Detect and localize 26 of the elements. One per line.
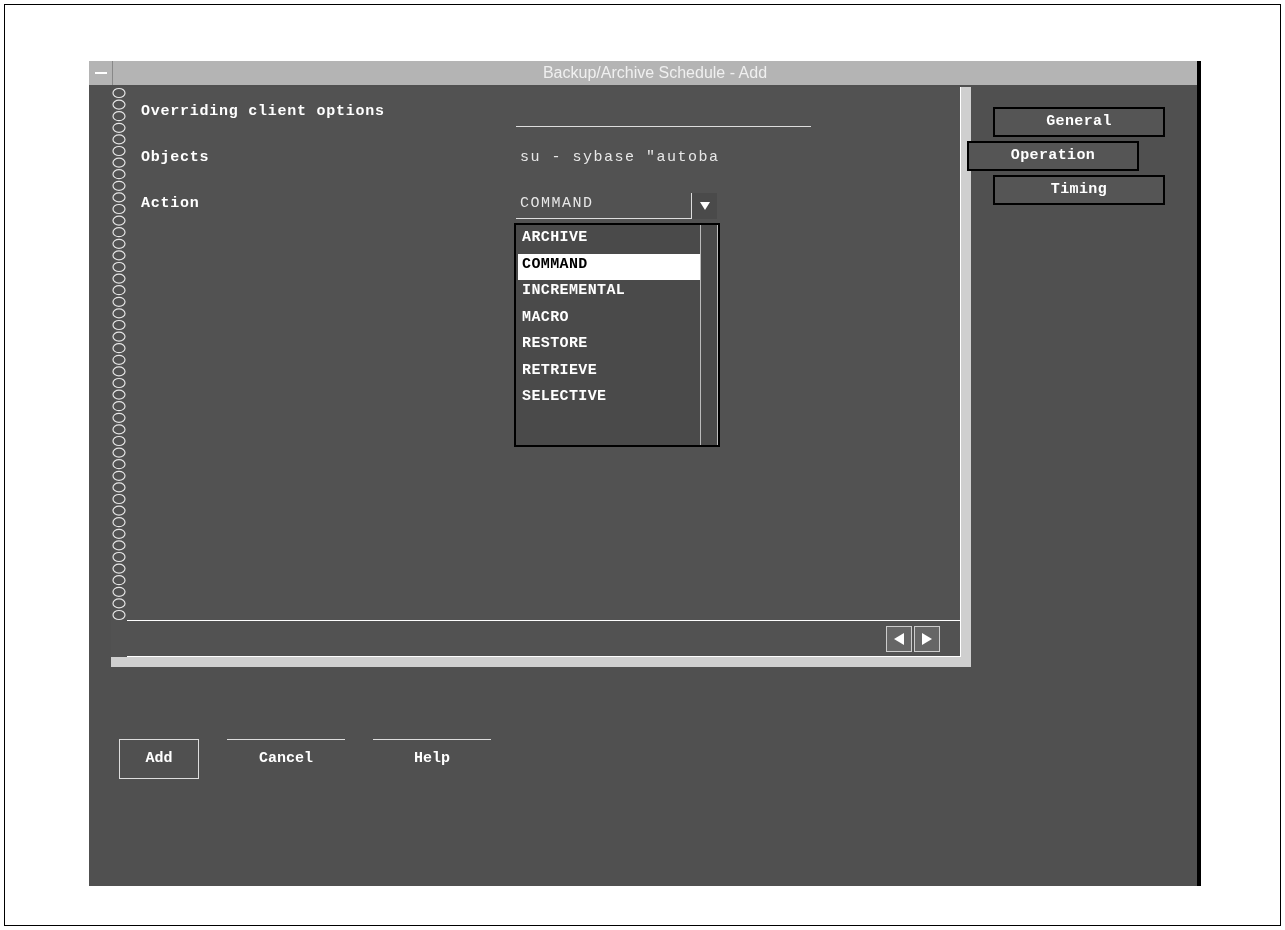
dropdown-option[interactable]: RETRIEVE	[518, 359, 700, 386]
dropdown-option[interactable]: INCREMENTAL	[518, 280, 700, 307]
notebook-tab[interactable]: General	[993, 107, 1165, 137]
field-label: Overriding client options	[141, 102, 386, 122]
field-label: Action	[141, 194, 201, 214]
window-title: Backup/Archive Schedule - Add	[541, 63, 769, 83]
dialog-button[interactable]: Cancel	[227, 739, 345, 779]
right-triangle-icon	[922, 632, 932, 645]
dropdown-option[interactable]: RESTORE	[518, 333, 700, 360]
dialog-button[interactable]: Help	[373, 739, 491, 779]
next-page-button[interactable]	[914, 625, 940, 652]
dropdown-option[interactable]: ARCHIVE	[518, 227, 700, 254]
notebook-tab[interactable]: Operation	[967, 141, 1139, 171]
dialog-button[interactable]: Add	[119, 739, 199, 779]
dropdown-option[interactable]: MACRO	[518, 306, 700, 333]
previous-page-button[interactable]	[886, 625, 912, 652]
scrollbar[interactable]	[700, 225, 718, 445]
caret-icon	[699, 202, 710, 210]
notebook-tab[interactable]: Timing	[993, 175, 1165, 205]
dropdown-button[interactable]	[691, 193, 717, 219]
field-label: Objects	[141, 148, 211, 168]
dash-icon	[94, 72, 107, 74]
dropdown-option[interactable]: SELECTIVE	[518, 386, 700, 413]
text-field[interactable]: su - sybase "autoba	[516, 147, 811, 173]
left-triangle-icon	[894, 632, 904, 645]
dropdown-option[interactable]: COMMAND	[518, 253, 700, 280]
